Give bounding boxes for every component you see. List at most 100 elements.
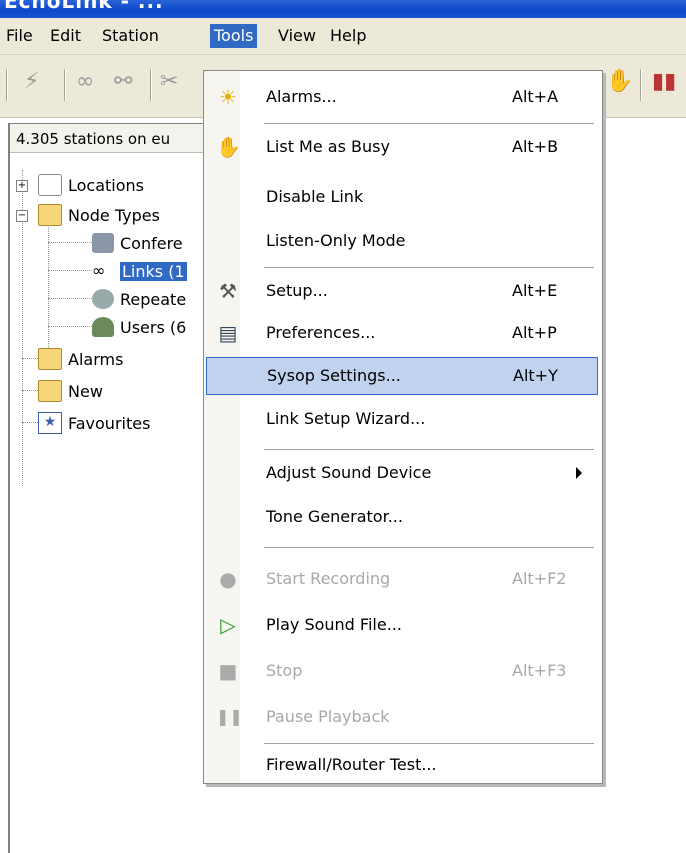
menu-item-firewall-test[interactable]: Firewall/Router Test... bbox=[206, 747, 598, 785]
menu-item-shortcut: Alt+E bbox=[512, 281, 558, 300]
tree-item-label: Confere bbox=[120, 233, 183, 253]
menu-edit[interactable]: Edit bbox=[46, 24, 85, 48]
menu-item-shortcut: Alt+F2 bbox=[512, 569, 567, 588]
folder-icon bbox=[38, 204, 62, 226]
stop-icon: ■ bbox=[218, 659, 238, 683]
alarm-folder-icon bbox=[38, 348, 62, 370]
user-icon bbox=[92, 317, 114, 337]
record-icon: ● bbox=[219, 567, 237, 591]
menu-item-start-recording: ● Start Recording Alt+F2 bbox=[206, 561, 598, 599]
menu-station[interactable]: Station bbox=[98, 24, 163, 48]
menu-item-shortcut: Alt+F3 bbox=[512, 661, 567, 680]
menu-item-disable-link[interactable]: Disable Link bbox=[206, 179, 598, 217]
tree-line bbox=[22, 422, 38, 423]
menu-item-label: Listen-Only Mode bbox=[266, 231, 406, 250]
pause-icon: ❚❚ bbox=[216, 707, 243, 726]
menu-item-label: Disable Link bbox=[266, 187, 364, 206]
menu-item-list-me-busy[interactable]: ✋ List Me as Busy Alt+B bbox=[206, 129, 598, 167]
tree-item-label: Locations bbox=[68, 175, 145, 195]
window-title: EchoLink - ... bbox=[4, 0, 164, 13]
menu-item-adjust-sound-device[interactable]: Adjust Sound Device bbox=[206, 455, 598, 493]
submenu-arrow-icon bbox=[576, 467, 582, 479]
play-icon: ▷ bbox=[220, 613, 236, 637]
toolbar-separator bbox=[6, 69, 8, 101]
tree-item-alarms[interactable]: Alarms bbox=[22, 346, 123, 372]
expand-icon[interactable]: + bbox=[16, 180, 28, 192]
menu-item-label: Link Setup Wizard... bbox=[266, 409, 426, 428]
tree-line bbox=[48, 298, 92, 299]
menu-item-label: Tone Generator... bbox=[266, 507, 403, 526]
menu-item-label: Preferences... bbox=[266, 323, 376, 342]
menu-item-label: List Me as Busy bbox=[266, 137, 390, 156]
folder-icon bbox=[38, 380, 62, 402]
menu-item-sysop-settings[interactable]: Sysop Settings... Alt+Y bbox=[206, 357, 598, 395]
tree-item-users[interactable]: Users (6 bbox=[48, 314, 186, 340]
connect-icon[interactable]: ∞ bbox=[76, 69, 94, 94]
menu-item-play-sound-file[interactable]: ▷ Play Sound File... bbox=[206, 607, 598, 645]
menu-item-shortcut: Alt+B bbox=[512, 137, 559, 156]
toolbar-separator bbox=[640, 69, 642, 101]
tree-line bbox=[22, 390, 38, 391]
toolbar-separator bbox=[64, 69, 66, 101]
menu-separator bbox=[264, 547, 594, 548]
menu-item-shortcut: Alt+A bbox=[512, 87, 559, 106]
hand-icon[interactable]: ✋ bbox=[606, 69, 633, 94]
menu-bar: File Edit Station Tools View Help bbox=[0, 18, 686, 55]
menu-item-alarms[interactable]: ☀ Alarms... Alt+A bbox=[206, 79, 598, 117]
menu-separator bbox=[264, 123, 594, 124]
collapse-icon[interactable]: − bbox=[16, 210, 28, 222]
disconnect-icon[interactable]: ⚯ bbox=[114, 69, 132, 94]
menu-item-label: Play Sound File... bbox=[266, 615, 402, 634]
menu-item-tone-generator[interactable]: Tone Generator... bbox=[206, 499, 598, 537]
station-tree-panel: 4.305 stations on eu + Locations − Node … bbox=[8, 123, 220, 853]
menu-item-link-setup-wizard[interactable]: Link Setup Wizard... bbox=[206, 401, 598, 439]
cut-icon[interactable]: ✂ bbox=[160, 69, 178, 94]
tree-item-node-types[interactable]: − Node Types bbox=[16, 202, 160, 228]
tree-item-new[interactable]: New bbox=[22, 378, 103, 404]
hand-icon: ✋ bbox=[216, 135, 241, 159]
menu-item-label: Pause Playback bbox=[266, 707, 390, 726]
menu-item-preferences[interactable]: ▤ Preferences... Alt+P bbox=[206, 315, 598, 353]
conference-icon bbox=[92, 233, 114, 253]
books-icon[interactable]: ▮▮ bbox=[652, 69, 676, 94]
tree-line bbox=[48, 270, 92, 271]
toolbar-separator bbox=[150, 69, 152, 101]
tree-item-label: New bbox=[68, 381, 103, 401]
menu-item-label: Setup... bbox=[266, 281, 328, 300]
tools-icon: ⚒ bbox=[219, 279, 237, 303]
menu-item-shortcut: Alt+Y bbox=[513, 366, 558, 385]
alarm-icon: ☀ bbox=[219, 85, 237, 109]
preferences-icon: ▤ bbox=[218, 321, 238, 345]
menu-item-label: Alarms... bbox=[266, 87, 337, 106]
tree-item-label: Alarms bbox=[68, 349, 124, 369]
tree-item-label: Node Types bbox=[68, 205, 160, 225]
menu-item-label: Adjust Sound Device bbox=[266, 463, 432, 482]
menu-view[interactable]: View bbox=[274, 24, 320, 48]
menu-tools[interactable]: Tools bbox=[210, 24, 258, 48]
menu-item-label: Firewall/Router Test... bbox=[266, 755, 437, 774]
menu-item-stop: ■ Stop Alt+F3 bbox=[206, 653, 598, 691]
menu-item-label: Sysop Settings... bbox=[267, 366, 401, 385]
tree-item-favourites[interactable]: ★ Favourites bbox=[22, 410, 150, 436]
tree-item-label: Favourites bbox=[68, 413, 151, 433]
tools-menu: ☀ Alarms... Alt+A ✋ List Me as Busy Alt+… bbox=[203, 70, 603, 784]
tree-item-label: Users (6 bbox=[120, 317, 187, 337]
menu-file[interactable]: File bbox=[2, 24, 37, 48]
station-count: 4.305 stations on eu bbox=[16, 130, 171, 148]
tree-line bbox=[48, 242, 92, 243]
star-folder-icon: ★ bbox=[38, 412, 62, 434]
tree-item-conference[interactable]: Confere bbox=[48, 230, 183, 256]
menu-item-pause-playback: ❚❚ Pause Playback bbox=[206, 699, 598, 737]
tree-item-label: Links (1 bbox=[120, 261, 187, 281]
menu-item-listen-only[interactable]: Listen-Only Mode bbox=[206, 223, 598, 261]
menu-help[interactable]: Help bbox=[326, 24, 370, 48]
menu-item-setup[interactable]: ⚒ Setup... Alt+E bbox=[206, 273, 598, 311]
link-icon: ∞ bbox=[92, 261, 106, 280]
tree-item-repeaters[interactable]: Repeate bbox=[48, 286, 186, 312]
repeater-icon bbox=[92, 289, 114, 309]
lightning-icon[interactable]: ⚡ bbox=[24, 69, 39, 94]
tree-item-links[interactable]: ∞ Links (1 bbox=[48, 258, 187, 284]
tree-item-locations[interactable]: + Locations bbox=[16, 172, 144, 198]
menu-separator bbox=[264, 743, 594, 744]
panel-header: 4.305 stations on eu bbox=[10, 124, 220, 153]
